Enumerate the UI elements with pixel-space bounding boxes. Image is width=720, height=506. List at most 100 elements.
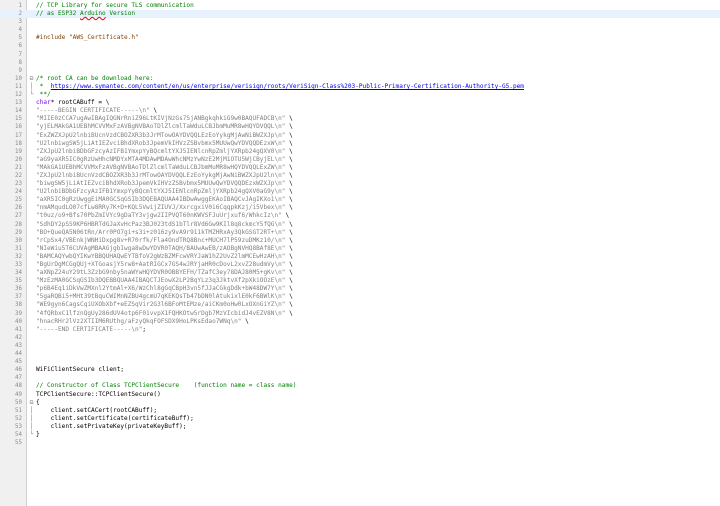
code-line[interactable]: 17 "ExZWZXJpU2lnbiBUcnVzdCBOZXR3b3JrMTowO… [0, 132, 720, 140]
line-number: 10 [15, 75, 22, 82]
code-line[interactable]: 44 [0, 350, 720, 358]
code-text: "-----END CERTIFICATE-----\n"; [36, 326, 146, 334]
code-line[interactable]: 3 [0, 18, 720, 26]
code-token: client.setCACert(rootCABuff); [36, 406, 158, 414]
code-line[interactable]: 31 "NIeWiu5T6CUVAgMBAAGjgbIwga8wDwYDVR0TA… [0, 245, 720, 253]
code-text: // TCP Library for secure TLS communicat… [36, 2, 194, 10]
fold-toggle-icon[interactable]: ⊟ [28, 399, 35, 407]
code-line[interactable]: 43 [0, 342, 720, 350]
code-line[interactable]: 49 TCPClientSecure::TCPClientSecure() [0, 391, 720, 399]
line-number: 54 [15, 431, 22, 438]
code-token: \ [285, 244, 293, 252]
code-line[interactable]: 51 │ client.setCACert(rootCABuff); [0, 407, 720, 415]
code-line[interactable]: 9 [0, 67, 720, 75]
code-text: "ZXJpU2lnbiBDbGFzcyAzIFB1YmxpYyBQcmltYXJ… [36, 148, 293, 156]
line-number: 33 [15, 262, 22, 268]
code-line[interactable]: 41 "-----END CERTIFICATE-----\n"; [0, 326, 720, 334]
line-number: 37 [15, 294, 22, 301]
code-token: /* root CA can be download here: [36, 74, 154, 82]
code-text: "ExZWZXJpU2lnbiBUcnVzdCBOZXR3b3JrMTowOAY… [36, 132, 293, 140]
code-token: \ [285, 139, 293, 147]
code-line[interactable]: 48 // Constructor of Class TCPClientSecur… [0, 382, 720, 390]
code-token: WiFiClientSecure client; [36, 366, 125, 374]
code-text: client.setCertificate(certificateBuff); [36, 415, 194, 423]
code-token: "hnacRHr2lVz2XTIIM6RUthg/aFzyQkqFOFSDX9H… [36, 317, 242, 325]
code-token: "SdhDY2pSS9KP6HBRTdGJaXvHcPaz3BJ023tdS1b… [36, 220, 286, 228]
code-line[interactable]: 5 #include "AWS_Certificate.h" [0, 34, 720, 42]
code-line[interactable]: 20 "aG9yaXR5IC0gRzUwHhcNMDYxMTA4MDAwMDAwW… [0, 156, 720, 164]
code-line[interactable]: 38 "WE9gyn6CagsCqiUXObXbf+eEZSqVir2G3l6BF… [0, 301, 720, 309]
code-line[interactable]: 26 "nmAMqudLO07cfLw8RRy7K+D+KQL5VwijZIUVJ… [0, 204, 720, 212]
code-token: "MIIE0zCCA7ugAwIBAgIQGNrRniZ96LtKIVjNzGs… [36, 115, 286, 123]
code-line[interactable]: 52 │ client.setCertificate(certificateBuf… [0, 415, 720, 423]
code-token: \ [285, 147, 293, 155]
code-line[interactable]: 11 │ * https://www.symantec.com/content/e… [0, 83, 720, 91]
code-line[interactable]: 24 "U2lnbiBDbGFzcyAzIFB1YmxpYyBQcmltYXJ5I… [0, 188, 720, 196]
code-line[interactable]: 55 [0, 439, 720, 447]
code-line[interactable]: 50 ⊟{ [0, 399, 720, 407]
code-line[interactable]: 19 "ZXJpU2lnbiBDbGFzcyAzIFB1YmxpYyBQcmltY… [0, 148, 720, 156]
code-line[interactable]: 29 "BO+QueQA5N06tRn/Arr0PO7gi+s3i+z016zy9… [0, 229, 720, 237]
code-line[interactable]: 21 "MAkGA1UEBhMCVVMxFzAVBgNVBAoTDlZlcmlTa… [0, 164, 720, 172]
code-lines[interactable]: 1 // TCP Library for secure TLS communica… [0, 2, 720, 447]
code-line[interactable]: 8 [0, 59, 720, 67]
code-line[interactable]: 32 "BAMCAQYwbQYIKwYBBQUHAQwEYTBfoV2gWzBZM… [0, 253, 720, 261]
code-token: "aXNpZ24uY29tL3ZzbG9nby5naWYwHQYDVR0OBBY… [36, 269, 286, 277]
code-line[interactable]: 42 [0, 334, 720, 342]
code-text: "MAkGA1UEBhMCVVMxFzAVBgNVBAoTDlZlcmlTaWd… [36, 164, 293, 172]
code-line[interactable]: 45 [0, 358, 720, 366]
fold-guide: │ [29, 414, 34, 422]
code-token: \ [285, 171, 293, 179]
code-line[interactable]: 39 "4fQRbxC1lfznQgUy286dUV4otp6F01vvpX1FQ… [0, 310, 720, 318]
code-line[interactable]: 46 WiFiClientSecure client; [0, 366, 720, 374]
line-number: 3 [18, 19, 23, 26]
code-token: "U2lnbiBDbGFzcyAzIFB1YmxpYyBQcmltYXJ5IEN… [36, 188, 286, 196]
code-line[interactable]: 53 │ client.setPrivateKey(privateKeyBuff)… [0, 423, 720, 431]
code-text: client.setCACert(rootCABuff); [36, 407, 157, 415]
code-line[interactable]: 30 "rCpSx4/VBEnkjWNHiDxpg8v+R70rfk/Fla4On… [0, 237, 720, 245]
code-line[interactable]: 28 "SdhDY2pSS9KP6HBRTdGJaXvHcPaz3BJ023tdS… [0, 221, 720, 229]
code-line[interactable]: 18 "U2lnbiwgSW5jLiAtIEZvciBhdXRob3JpemVkI… [0, 140, 720, 148]
code-line[interactable]: 4 [0, 26, 720, 34]
code-token: "WE9gyn6CagsCqiUXObXbf+eEZSqVir2G3l6BFoM… [36, 301, 286, 309]
code-line[interactable]: 47 [0, 374, 720, 382]
code-line[interactable]: 15 "MIIE0zCCA7ugAwIBAgIQGNrRniZ96LtKIVjNz… [0, 115, 720, 123]
code-line[interactable]: 2 // as ESP32 Arduino Version [0, 10, 720, 19]
code-line[interactable]: 40 "hnacRHr2lVz2XTIIM6RUthg/aFzyQkqFOFSDX… [0, 318, 720, 326]
code-line[interactable]: 6 [0, 42, 720, 50]
code-line[interactable]: 54 └} [0, 431, 720, 439]
code-token: \ [285, 123, 293, 131]
code-line[interactable]: 10 ⊟/* root CA can be download here: [0, 75, 720, 83]
line-number: 31 [15, 245, 22, 252]
code-line[interactable]: 37 "5gaRQBi5+MHt39tBquCWIMnNZBU4gcmU7qKEK… [0, 293, 720, 301]
code-token: \ [285, 204, 293, 212]
code-line[interactable]: 7 [0, 51, 720, 59]
code-text: "5gaRQBi5+MHt39tBquCWIMnNZBU4gcmU7qKEKQs… [36, 293, 293, 301]
code-line[interactable]: 12 └ **/ [0, 91, 720, 99]
line-number: 14 [15, 108, 22, 115]
code-token[interactable]: https://www.symantec.com/content/en/us/e… [51, 83, 524, 90]
code-line[interactable]: 1 // TCP Library for secure TLS communica… [0, 2, 720, 10]
fold-toggle-icon[interactable]: ⊟ [28, 75, 35, 83]
code-line[interactable]: 35 "MzEzMA0GCSqGSIb3DQEBBQUAA4IBAQCTJEowX… [0, 277, 720, 285]
code-line[interactable]: 13 char* rootCABuff = \ [0, 99, 720, 107]
code-line[interactable]: 22 "ZXJpU2lnbiBUcnVzdCBOZXR3b3JrMTowOAYDV… [0, 172, 720, 180]
code-line[interactable]: 25 "aXR5IC0gRzUwggEiMA0GCSqGSIb3DQEBAQUAA… [0, 196, 720, 204]
code-line[interactable]: 14 "-----BEGIN CERTIFICATE-----\n" \ [0, 107, 720, 115]
code-line[interactable]: 33 "BgUrDgMCGgQUj+XTGoasjY5rw8+AatRIGCx7G… [0, 261, 720, 269]
code-token: \ [285, 180, 293, 188]
code-text: **/ [36, 91, 51, 99]
code-token: \ [285, 155, 293, 163]
code-line[interactable]: 16 "yjELMAkGA1UEBhMCVVMxFzAVBgNVBAoTDlZlc… [0, 123, 720, 131]
code-text: "WE9gyn6CagsCqiUXObXbf+eEZSqVir2G3l6BFoM… [36, 301, 293, 309]
code-line[interactable]: 27 "t0uz/o9+Bfs70PbZmIVYc9gDaTY3vjgw2IIPV… [0, 212, 720, 220]
code-line[interactable]: 36 "p6B4Eq1iDkVwZMXnl2YtmAl+X6/WzChl8gGqC… [0, 285, 720, 293]
fold-guide: │ [29, 406, 34, 414]
code-line[interactable]: 23 "biwgSW5jLiAtIEZvciBhdXRob3JpemVkIHVzZ… [0, 180, 720, 188]
code-text: "ZXJpU2lnbiBUcnVzdCBOZXR3b3JrMTowOAYDVQQ… [36, 172, 293, 180]
code-text: { [36, 399, 40, 407]
code-editor[interactable]: 1 // TCP Library for secure TLS communica… [0, 0, 720, 506]
code-line[interactable]: 34 "aXNpZ24uY29tL3ZzbG9nby5naWYwHQYDVR0OB… [0, 269, 720, 277]
code-token: "MzEzMA0GCSqGSIb3DQEBBQUAA4IBAQCTJEowX2L… [36, 277, 286, 285]
code-token: \ [285, 131, 293, 139]
